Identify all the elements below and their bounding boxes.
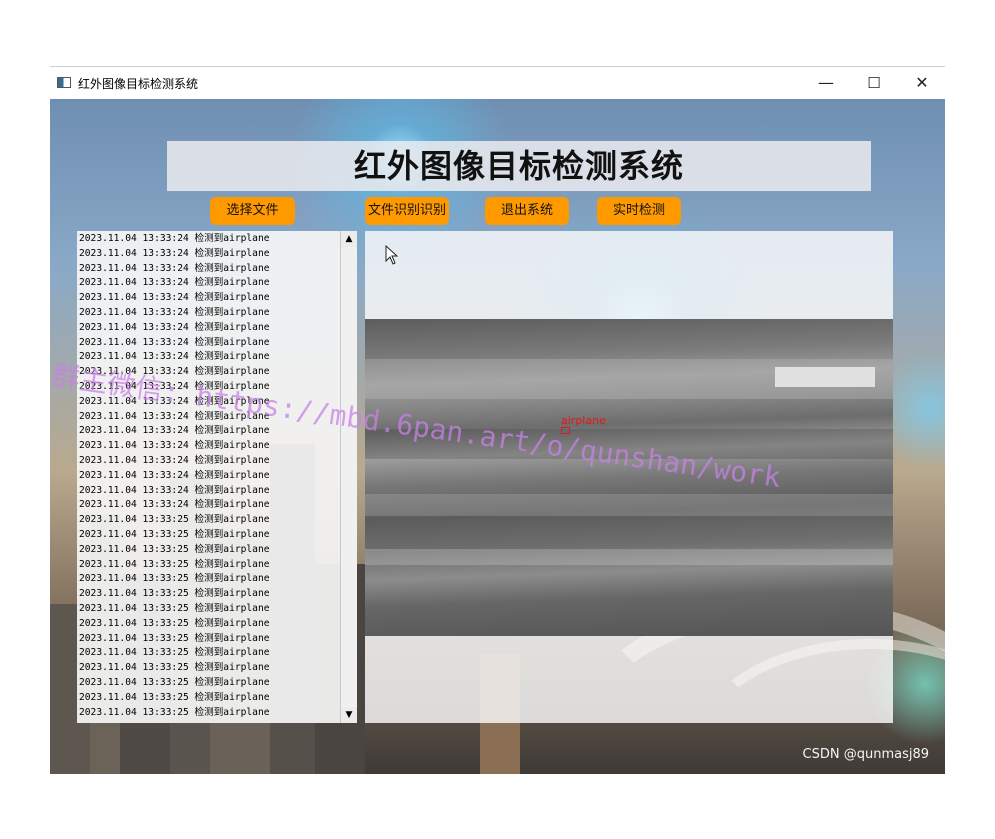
log-entry: 2023.11.04 13:33:24 检测到airplane	[79, 247, 270, 259]
log-scrollbar[interactable]: ▲ ▼	[340, 231, 357, 723]
log-entry: 2023.11.04 13:33:24 检测到airplane	[79, 484, 270, 496]
main-panel: 红外图像目标检测系统 选择文件 文件识别识别 退出系统 实时检测 2023.11…	[50, 99, 945, 774]
log-entry: 2023.11.04 13:33:24 检测到airplane	[79, 321, 270, 333]
log-entry: 2023.11.04 13:33:25 检测到airplane	[79, 602, 270, 614]
log-entry: 2023.11.04 13:33:25 检测到airplane	[79, 543, 270, 555]
log-entry: 2023.11.04 13:33:24 检测到airplane	[79, 336, 270, 348]
title-bar[interactable]: 红外图像目标检测系统 — ☐ ✕	[50, 67, 945, 99]
log-entry: 2023.11.04 13:33:24 检测到airplane	[79, 277, 270, 289]
log-entry: 2023.11.04 13:33:24 检测到airplane	[79, 262, 270, 274]
exit-button[interactable]: 退出系统	[485, 197, 569, 225]
log-entry: 2023.11.04 13:33:25 检测到airplane	[79, 573, 270, 585]
log-entry: 2023.11.04 13:33:25 检测到airplane	[79, 514, 270, 526]
minimize-button[interactable]: —	[803, 67, 849, 99]
title-banner: 红外图像目标检测系统	[167, 141, 871, 191]
log-entry: 2023.11.04 13:33:24 检测到airplane	[79, 499, 270, 511]
log-entry: 2023.11.04 13:33:24 检测到airplane	[79, 233, 270, 244]
window-title: 红外图像目标检测系统	[78, 77, 199, 91]
log-entry: 2023.11.04 13:33:25 检测到airplane	[79, 617, 270, 629]
log-entry: 2023.11.04 13:33:24 检测到airplane	[79, 292, 270, 304]
log-entry: 2023.11.04 13:33:25 检测到airplane	[79, 528, 270, 540]
csdn-watermark: CSDN @qunmasj89	[802, 747, 929, 762]
log-entry: 2023.11.04 13:33:24 检测到airplane	[79, 454, 270, 466]
page-title: 红外图像目标检测系统	[353, 147, 684, 185]
app-icon	[57, 77, 71, 88]
log-entry: 2023.11.04 13:33:24 检测到airplane	[79, 440, 270, 452]
scroll-down-arrow-icon[interactable]: ▼	[341, 707, 357, 723]
select-file-button[interactable]: 选择文件	[210, 197, 295, 225]
infrared-image: airplane	[365, 319, 893, 636]
log-entry: 2023.11.04 13:33:24 检测到airplane	[79, 469, 270, 481]
scroll-up-arrow-icon[interactable]: ▲	[341, 231, 357, 247]
mouse-cursor-icon	[385, 245, 399, 265]
log-entry: 2023.11.04 13:33:25 检测到airplane	[79, 558, 270, 570]
log-entry: 2023.11.04 13:33:25 检测到airplane	[79, 691, 270, 703]
log-entry: 2023.11.04 13:33:25 检测到airplane	[79, 662, 270, 674]
maximize-button[interactable]: ☐	[851, 67, 897, 99]
log-entry: 2023.11.04 13:33:25 检测到airplane	[79, 676, 270, 688]
log-entry: 2023.11.04 13:33:25 检测到airplane	[79, 706, 270, 718]
log-entry: 2023.11.04 13:33:25 检测到airplane	[79, 647, 270, 659]
image-viewer: airplane	[365, 231, 893, 723]
detection-log[interactable]: 2023.11.04 13:33:24 检测到airplane 2023.11.0…	[77, 231, 357, 723]
log-entry: 2023.11.04 13:33:25 检测到airplane	[79, 588, 270, 600]
app-window: 红外图像目标检测系统 — ☐ ✕ 红外图像目标检测系统 选择文件 文件识别识别 …	[50, 66, 945, 774]
file-recognize-button[interactable]: 文件识别识别	[365, 197, 449, 225]
realtime-detect-button[interactable]: 实时检测	[597, 197, 681, 225]
log-entry: 2023.11.04 13:33:24 检测到airplane	[79, 306, 270, 318]
log-list: 2023.11.04 13:33:24 检测到airplane 2023.11.0…	[79, 232, 339, 720]
detection-label: airplane	[561, 414, 606, 427]
log-entry: 2023.11.04 13:33:25 检测到airplane	[79, 632, 270, 644]
close-button[interactable]: ✕	[899, 67, 945, 99]
